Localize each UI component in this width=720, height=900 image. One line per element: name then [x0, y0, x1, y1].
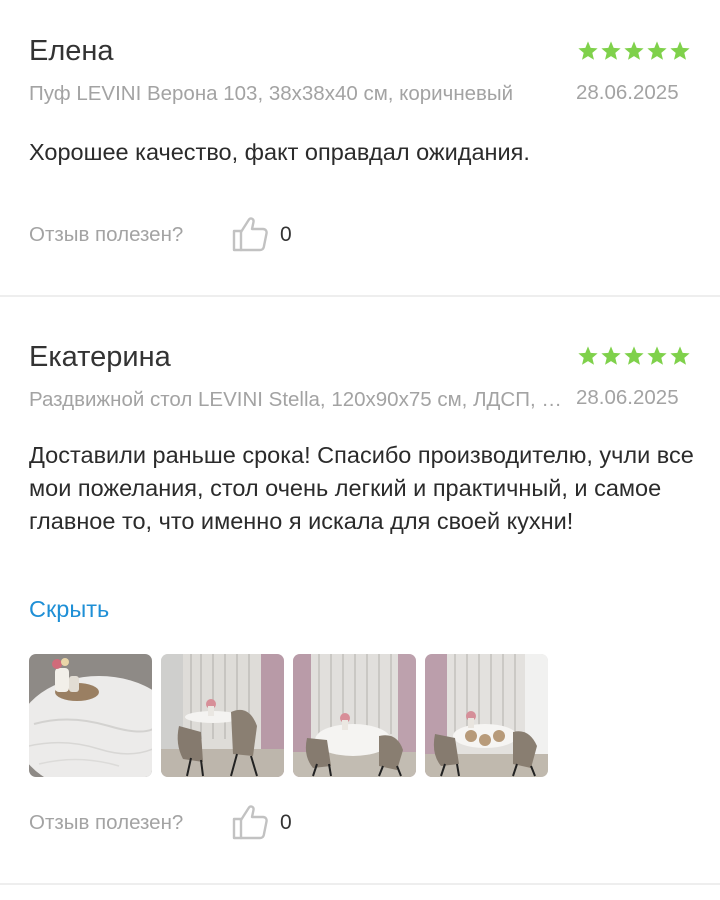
review-date: 28.06.2025 — [576, 81, 679, 104]
review-card: Елена Пуф LEVINI Верона 103, 38x38x40 см… — [0, 0, 720, 296]
review-photo-dining-set-3[interactable] — [425, 654, 548, 777]
hide-link[interactable]: Скрыть — [29, 593, 109, 625]
helpful-label: Отзыв полезен? — [29, 223, 184, 246]
review-photo-table-top[interactable] — [29, 654, 152, 777]
star-icon — [578, 346, 598, 365]
star-icon — [670, 346, 690, 365]
star-icon — [601, 346, 621, 365]
review-text: Хорошее качество, факт оправдал ожидания… — [29, 139, 530, 165]
review-text: Доставили раньше срока! Спасибо производ… — [29, 442, 694, 534]
helpful-label: Отзыв полезен? — [29, 811, 184, 834]
review-photo-dining-set-2[interactable] — [293, 654, 416, 777]
thumbs-up-icon[interactable] — [230, 215, 270, 253]
star-icon — [624, 346, 644, 365]
star-icon — [601, 41, 621, 60]
like-count: 0 — [280, 223, 292, 246]
like-count: 0 — [280, 811, 292, 834]
product-link[interactable]: Пуф LEVINI Верона 103, 38x38x40 см, кори… — [29, 80, 567, 108]
review-divider — [0, 883, 720, 885]
review-date: 28.06.2025 — [576, 386, 679, 409]
star-icon — [670, 41, 690, 60]
star-icon — [578, 41, 598, 60]
review-author: Елена — [29, 35, 114, 67]
star-icon — [647, 41, 667, 60]
review-author: Екатерина — [29, 341, 171, 373]
star-icon — [624, 41, 644, 60]
rating-stars — [577, 40, 691, 62]
thumbs-up-icon[interactable] — [230, 803, 270, 841]
rating-stars — [577, 345, 691, 367]
review-photo-dining-set-1[interactable] — [161, 654, 284, 777]
star-icon — [647, 346, 667, 365]
product-link[interactable]: Раздвижной стол LEVINI Stella, 120x90x75… — [29, 386, 567, 414]
review-card: Екатерина Раздвижной стол LEVINI Stella,… — [0, 297, 720, 884]
